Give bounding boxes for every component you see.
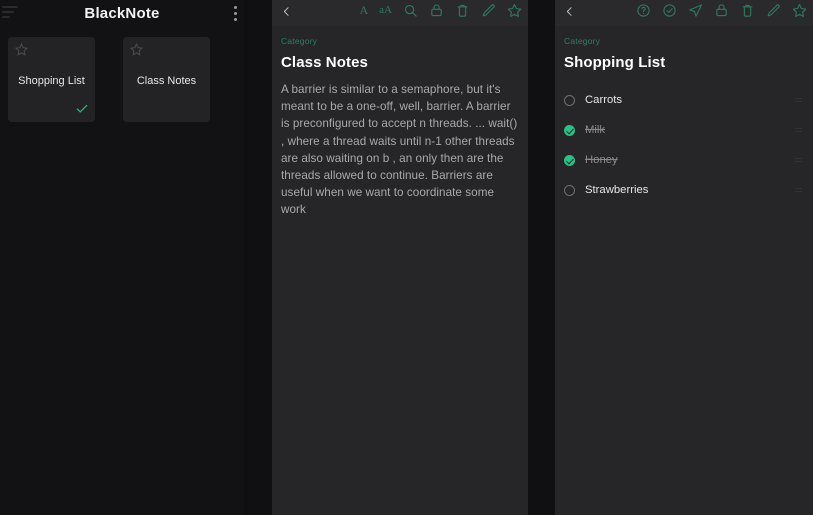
note-toolbar: A aA xyxy=(272,0,528,26)
note-category: Category xyxy=(281,36,318,46)
note-card-shopping-list[interactable]: Shopping List xyxy=(8,37,95,122)
drag-handle-icon[interactable] xyxy=(795,98,802,104)
checkbox-checked-icon[interactable] xyxy=(564,124,575,136)
font-style-icon[interactable]: A xyxy=(360,3,369,18)
checkbox-unchecked-icon[interactable] xyxy=(564,184,575,196)
chevron-left-icon[interactable] xyxy=(280,3,293,26)
note-title[interactable]: Shopping List xyxy=(564,54,804,71)
note-card-grid: Shopping List Class Notes xyxy=(0,28,244,122)
drag-handle-icon[interactable] xyxy=(795,158,802,164)
edit-icon[interactable] xyxy=(481,3,496,18)
app-bar: BlackNote xyxy=(0,0,244,28)
checkbox-checked-icon[interactable] xyxy=(564,154,575,166)
checklist-toolbar-actions xyxy=(636,3,807,18)
app-window: BlackNote Shopping List Class Notes A aA… xyxy=(0,0,813,515)
notes-list-panel: BlackNote Shopping List Class Notes xyxy=(0,0,244,515)
drag-handle-icon[interactable] xyxy=(795,128,802,134)
search-icon[interactable] xyxy=(403,3,418,18)
lock-icon[interactable] xyxy=(714,3,729,18)
checklist: Carrots Milk Honey Strawberries xyxy=(564,85,804,205)
check-icon xyxy=(75,102,89,118)
send-icon[interactable] xyxy=(688,3,703,18)
star-outline-icon[interactable] xyxy=(14,42,29,56)
checklist-item[interactable]: Strawberries xyxy=(564,175,804,205)
checklist-item-label: Strawberries xyxy=(585,184,649,196)
checklist-panel: Category Shopping List Carrots Milk Hone… xyxy=(555,0,813,515)
checklist-item-label: Carrots xyxy=(585,94,623,106)
checklist-toolbar xyxy=(555,0,813,26)
lock-icon[interactable] xyxy=(429,3,444,18)
note-detail-panel: A aA Category Class Notes A barrier is s… xyxy=(272,0,528,515)
page-title: BlackNote xyxy=(84,5,160,22)
checklist-item-label: Milk xyxy=(585,124,606,136)
favorite-star-icon[interactable] xyxy=(792,3,807,18)
checklist-item-label: Honey xyxy=(585,154,618,166)
checklist-item[interactable]: Milk xyxy=(564,115,804,145)
note-card-class-notes[interactable]: Class Notes xyxy=(123,37,210,122)
chevron-left-icon[interactable] xyxy=(563,3,576,26)
checklist-item[interactable]: Carrots xyxy=(564,85,804,115)
checklist-item[interactable]: Honey xyxy=(564,145,804,175)
checklist-content: Category Shopping List Carrots Milk Hone… xyxy=(555,26,813,205)
note-title[interactable]: Class Notes xyxy=(281,54,519,71)
note-card-label: Class Notes xyxy=(136,75,197,87)
delete-icon[interactable] xyxy=(740,3,755,18)
font-size-icon[interactable]: aA xyxy=(379,3,392,18)
star-outline-icon[interactable] xyxy=(129,42,144,56)
checkbox-unchecked-icon[interactable] xyxy=(564,94,575,106)
help-icon[interactable] xyxy=(636,3,651,18)
drag-handle-icon[interactable] xyxy=(795,188,802,194)
delete-icon[interactable] xyxy=(455,3,470,18)
note-card-label: Shopping List xyxy=(18,75,85,87)
note-text-body[interactable]: A barrier is similar to a semaphore, but… xyxy=(281,81,519,219)
note-content: Category Class Notes A barrier is simila… xyxy=(272,26,528,219)
favorite-star-icon[interactable] xyxy=(507,3,522,18)
note-category: Category xyxy=(564,36,601,46)
kebab-menu-icon[interactable] xyxy=(234,6,238,22)
check-circle-icon[interactable] xyxy=(662,3,677,18)
note-toolbar-actions: A aA xyxy=(360,3,523,18)
edit-icon[interactable] xyxy=(766,3,781,18)
